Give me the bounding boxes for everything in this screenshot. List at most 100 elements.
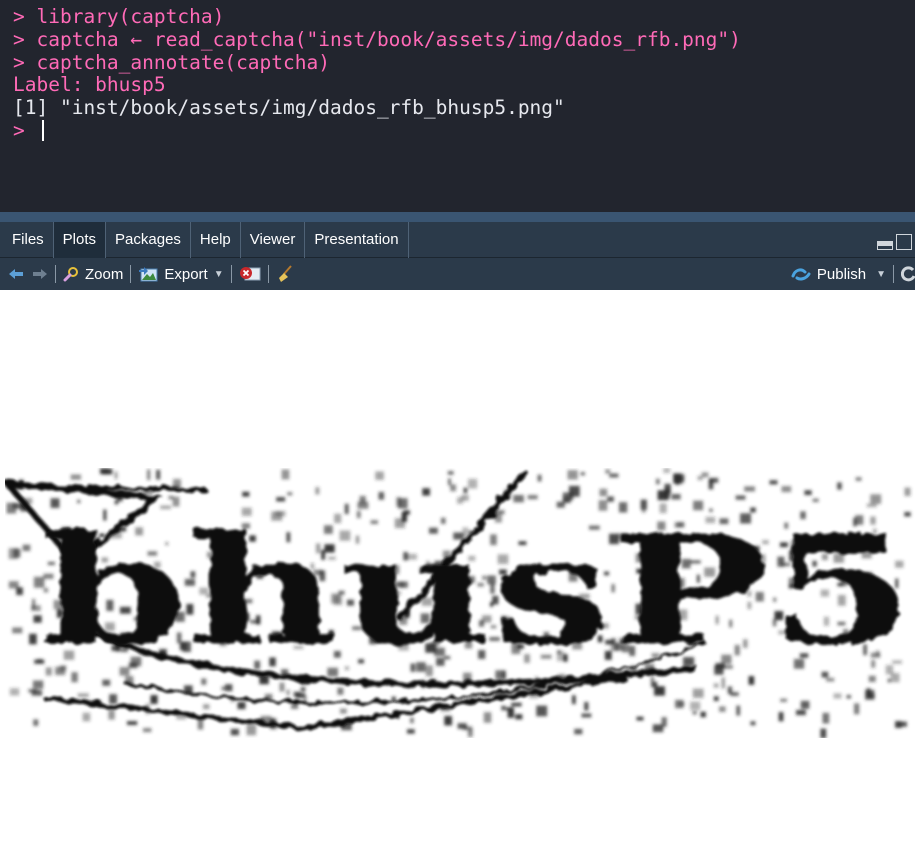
captcha-noise-speck	[108, 709, 115, 720]
tab-files[interactable]: Files	[0, 222, 54, 258]
console-line: Label: bhusp5	[13, 73, 915, 97]
tab-packages[interactable]: Packages	[106, 222, 191, 258]
captcha-noise-speck	[709, 477, 719, 483]
captcha-noise-speck	[735, 495, 746, 500]
zoom-label: Zoom	[85, 265, 124, 283]
captcha-noise-speck	[781, 486, 792, 493]
arrow-left-icon	[9, 269, 23, 279]
captcha-noise-speck	[203, 704, 210, 710]
captcha-noise-speck	[32, 599, 36, 609]
captcha-noise-speck	[511, 702, 522, 707]
captcha-noise-speck	[505, 707, 514, 711]
captcha-noise-speck	[574, 728, 583, 735]
captcha-noise-speck	[22, 544, 31, 551]
captcha-noise-speck	[812, 498, 819, 502]
captcha-noise-speck	[444, 716, 452, 726]
captcha-noise-speck	[713, 683, 719, 688]
pane-tabbar: Files Plots Packages Help Viewer Present…	[0, 222, 915, 258]
captcha-noise-speck	[286, 689, 290, 696]
console-line: > library(captcha)	[13, 5, 915, 29]
captcha-noise-speck	[467, 728, 473, 737]
captcha-noise-speck	[736, 705, 741, 716]
captcha-noise-speck	[246, 724, 257, 736]
captcha-noise-speck	[679, 702, 685, 706]
publish-label: Publish	[816, 265, 867, 283]
console-prompt: >	[13, 5, 37, 28]
captcha-noise-speck	[32, 680, 44, 689]
captcha-noise-speck	[16, 587, 23, 595]
captcha-noise-speck	[719, 706, 726, 712]
minimize-pane-icon[interactable]	[877, 241, 893, 250]
captcha-noise-speck	[300, 687, 306, 692]
console-command: captcha_annotate(captcha)	[36, 50, 330, 74]
refresh-button[interactable]	[901, 258, 915, 290]
captcha-noise-speck	[663, 468, 671, 473]
captcha-noise-speck	[8, 548, 18, 559]
captcha-noise-speck	[567, 470, 578, 480]
forward-button[interactable]	[32, 258, 48, 290]
captcha-noise-speck	[750, 721, 756, 726]
export-label: Export	[164, 265, 208, 283]
captcha-noise-speck	[457, 723, 467, 729]
captcha-noise-speck	[102, 679, 111, 686]
pane-splitter[interactable]	[0, 212, 915, 222]
console-line: > captcha ← read_captcha("inst/book/asse…	[13, 27, 915, 52]
captcha-noise-speck	[607, 496, 614, 502]
captcha-noise-speck	[652, 681, 658, 687]
zoom-button[interactable]: Zoom	[63, 258, 123, 290]
captcha-noise-speck	[6, 502, 17, 514]
captcha-noise-speck	[537, 474, 542, 482]
toolbar-separator	[55, 265, 56, 283]
captcha-noise-speck	[833, 693, 842, 699]
captcha-noise-speck	[31, 690, 43, 696]
console-pane[interactable]: > library(captcha) > captcha ← read_capt…	[0, 0, 915, 212]
arrow-right-icon	[33, 269, 47, 279]
console-label-output: Label: bhusp5	[13, 73, 166, 97]
toolbar-separator	[230, 265, 232, 283]
captcha-noise-speck	[12, 627, 23, 634]
captcha-noise-speck	[410, 717, 414, 724]
captcha-noise-speck	[8, 581, 19, 589]
text-cursor	[42, 119, 45, 141]
captcha-noise-speck	[450, 484, 456, 492]
captcha-noise-speck	[156, 469, 161, 480]
export-button[interactable]: Export ▼	[138, 258, 224, 290]
tab-presentation[interactable]: Presentation	[305, 222, 409, 258]
captcha-noise-speck	[375, 471, 384, 480]
captcha-noise-speck	[804, 490, 812, 495]
clear-all-button[interactable]	[276, 258, 294, 290]
captcha-noise-speck	[674, 477, 684, 485]
captcha-noise-speck	[468, 478, 478, 489]
maximize-pane-icon[interactable]	[896, 234, 912, 250]
captcha-noise-speck	[701, 472, 709, 478]
toolbar-separator	[267, 265, 269, 283]
captcha-noise-speck	[652, 724, 664, 733]
publish-button[interactable]: Publish	[791, 258, 866, 290]
chevron-down-icon[interactable]: ▼	[876, 269, 886, 280]
captcha-noise-speck	[690, 701, 701, 711]
captcha-noise-speck	[730, 692, 739, 696]
tab-help[interactable]: Help	[191, 222, 241, 258]
console-prompt: >	[13, 50, 37, 74]
captcha-noise-speck	[143, 728, 152, 733]
export-image-icon	[139, 267, 158, 282]
captcha-noise-speck	[887, 678, 891, 683]
broom-icon	[278, 265, 292, 282]
captcha-noise-speck	[237, 702, 246, 710]
tab-viewer[interactable]: Viewer	[241, 222, 306, 258]
captcha-noise-speck	[599, 488, 608, 497]
captcha-noise-speck	[581, 713, 592, 718]
console-prompt: >	[13, 27, 37, 51]
tab-plots[interactable]: Plots	[53, 222, 107, 258]
captcha-noise-speck	[29, 633, 37, 645]
captcha-noise-speck	[279, 682, 285, 692]
remove-plot-button[interactable]	[239, 258, 261, 290]
console-input-line[interactable]: >	[13, 119, 915, 143]
captcha-noise-speck	[150, 695, 158, 704]
back-button[interactable]	[8, 258, 24, 290]
captcha-noise-speck	[692, 711, 697, 715]
captcha-noise-speck	[242, 491, 250, 497]
captcha-noise-speck	[501, 705, 506, 711]
captcha-noise-speck	[780, 698, 787, 702]
console-line: > captcha_annotate(captcha)	[13, 50, 915, 75]
